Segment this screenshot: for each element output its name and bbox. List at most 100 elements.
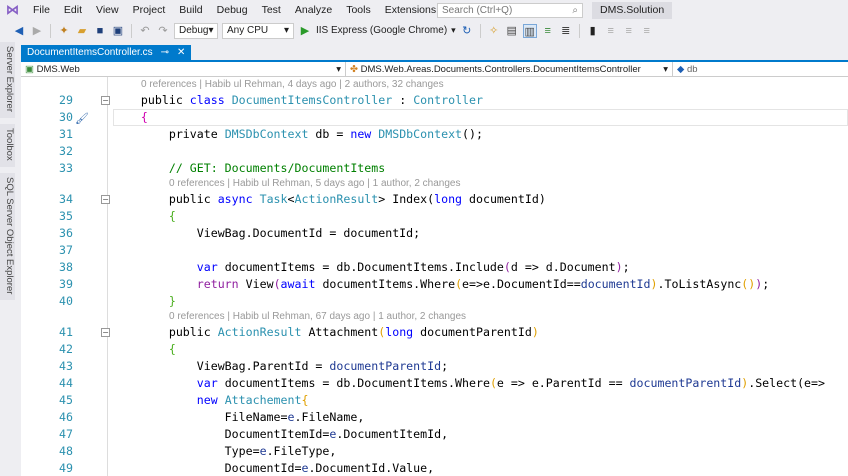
menu-build[interactable]: Build [172,4,209,16]
collapse-icon[interactable]: − [101,328,110,337]
code-token: Controller [413,93,483,107]
code-line: 29 − public class DocumentItemsController… [21,92,848,109]
code-text[interactable]: FileName=e.FileName, [113,409,365,426]
code-text[interactable]: } [113,293,176,310]
search-input[interactable]: Search (Ctrl+Q) ⌕ [437,3,583,18]
class-dropdown[interactable]: ✤ DMS.Web.Areas.Documents.Controllers.Do… [346,62,673,76]
project-dropdown[interactable]: ▣ DMS.Web ▾ [21,62,346,76]
code-token: long [434,192,470,206]
class-icon: ✤ [350,63,358,75]
codelens-text[interactable]: 0 references | Habib ul Rehman, 5 days a… [169,177,461,191]
toggle-icon[interactable]: ▥ [522,23,537,38]
code-token: .FileName, [294,410,365,424]
code-text[interactable]: var documentItems = db.DocumentItems.Whe… [113,375,825,392]
comment-icon[interactable]: ≡ [541,24,555,38]
bookmark-icon[interactable]: ▮ [586,24,600,38]
code-token: db = [308,127,351,141]
codelens-text[interactable]: 0 references | Habib ul Rehman, 4 days a… [141,78,444,92]
menu-extensions[interactable]: Extensions [378,4,443,16]
project-icon: ▣ [25,63,34,75]
code-text[interactable]: { [113,109,148,126]
code-text[interactable]: // GET: Documents/DocumentItems [113,160,385,177]
platform-dropdown[interactable]: Any CPU ▾ [222,22,294,39]
play-icon[interactable]: ▶ [298,24,312,38]
member-dropdown[interactable]: ◆ db [673,62,848,76]
code-text[interactable]: public class DocumentItemsController : C… [113,92,483,109]
side-tab-server-explorer[interactable]: Server Explorer [0,42,15,122]
new-project-icon[interactable]: ✦ [57,24,71,38]
configuration-value: Debug [179,25,209,36]
save-icon[interactable]: ■ [93,24,107,38]
back-icon[interactable]: ◀ [12,24,26,38]
code-text[interactable]: { [113,341,176,358]
code-text[interactable]: var documentItems = db.DocumentItems.Inc… [113,259,630,276]
save-all-icon[interactable]: ▣ [111,24,125,38]
pin-icon[interactable]: ⊸ [161,47,169,59]
browser-link-icon[interactable]: ✧ [487,24,501,38]
code-token: : [392,93,414,107]
menu-debug[interactable]: Debug [210,4,255,16]
forward-icon[interactable]: ▶ [30,24,44,38]
clear-bookmarks-icon[interactable]: ≡ [640,24,654,38]
menu-file[interactable]: File [26,4,57,16]
menu-project[interactable]: Project [126,4,173,16]
code-token: new [350,127,379,141]
code-text[interactable]: DocumentId=e.DocumentId.Value, [113,460,434,476]
navigation-bar: ▣ DMS.Web ▾ ✤ DMS.Web.Areas.Documents.Con… [21,62,848,77]
code-token: e => e.ParentId == [496,376,630,390]
configuration-dropdown[interactable]: Debug ▾ [174,22,218,39]
code-line: 47 DocumentItemId=e.DocumentItemId, [21,426,848,443]
codelens-info: 0 references | Habib ul Rehman, 5 days a… [21,177,848,191]
prev-bookmark-icon[interactable]: ≡ [604,24,618,38]
run-button[interactable]: IIS Express (Google Chrome) [316,25,447,36]
code-token: documentItems = db.DocumentItems.Where [224,376,490,390]
collapse-icon[interactable]: − [101,96,110,105]
code-token: ViewBag.DocumentId = documentId; [113,226,421,240]
quick-actions-brush-icon[interactable]: 🖌 [75,110,89,127]
refresh-icon[interactable]: ↻ [460,24,474,38]
next-bookmark-icon[interactable]: ≡ [622,24,636,38]
code-token: () [741,277,756,291]
code-text[interactable]: { [113,208,176,225]
search-placeholder: Search (Ctrl+Q) [442,5,513,16]
menu-edit[interactable]: Edit [57,4,89,16]
menu-analyze[interactable]: Analyze [288,4,339,16]
code-text[interactable]: public async Task<ActionResult> Index(lo… [113,191,546,208]
solution-name: DMS.Solution [592,2,673,19]
code-token: ; [622,260,630,274]
code-text[interactable]: private DMSDbContext db = new DMSDbConte… [113,126,483,143]
side-tab-toolbox[interactable]: Toolbox [0,124,15,171]
uncomment-icon[interactable]: ≣ [559,24,573,38]
code-text[interactable]: ViewBag.DocumentId = documentId; [113,225,420,242]
code-text[interactable]: public ActionResult Attachment(long docu… [113,324,539,341]
code-token: public [140,93,190,107]
code-editor[interactable]: 0 references | Habib ul Rehman, 4 days a… [21,77,848,476]
code-token: ( [503,260,511,274]
code-token: await [280,277,323,291]
code-text[interactable]: DocumentItemId=e.DocumentItemId, [113,426,448,443]
close-icon[interactable]: ✕ [177,47,185,59]
menu-tools[interactable]: Tools [339,4,378,16]
tab-document-items-controller[interactable]: DocumentItemsController.cs ⊸ ✕ [21,45,192,61]
code-token: > Index( [378,192,435,206]
code-text[interactable]: ViewBag.ParentId = documentParentId; [113,358,448,375]
menu-view[interactable]: View [89,4,126,16]
menu-bar: ⋈ File Edit View Project Build Debug Test Analy… [0,0,848,20]
solution-explorer-icon[interactable]: ▤ [505,24,519,38]
code-token: ) [531,325,539,339]
undo-icon[interactable]: ↶ [138,24,152,38]
codelens-text[interactable]: 0 references | Habib ul Rehman, 67 days … [169,310,466,324]
code-token: documentId [580,277,651,291]
collapse-icon[interactable]: − [101,195,110,204]
code-text[interactable]: Type=e.FileType, [113,443,337,460]
code-text[interactable]: new Attachement{ [113,392,309,409]
open-folder-icon[interactable]: ▰ [75,24,89,38]
side-tab-sql-server-object-explorer[interactable]: SQL Server Object Explorer [0,172,15,305]
code-line: 35 { [21,208,848,225]
code-token: ) [650,277,658,291]
redo-icon[interactable]: ↷ [156,24,170,38]
code-text[interactable]: return View(await documentItems.Where(e=… [113,276,769,293]
menu-test[interactable]: Test [255,4,288,16]
